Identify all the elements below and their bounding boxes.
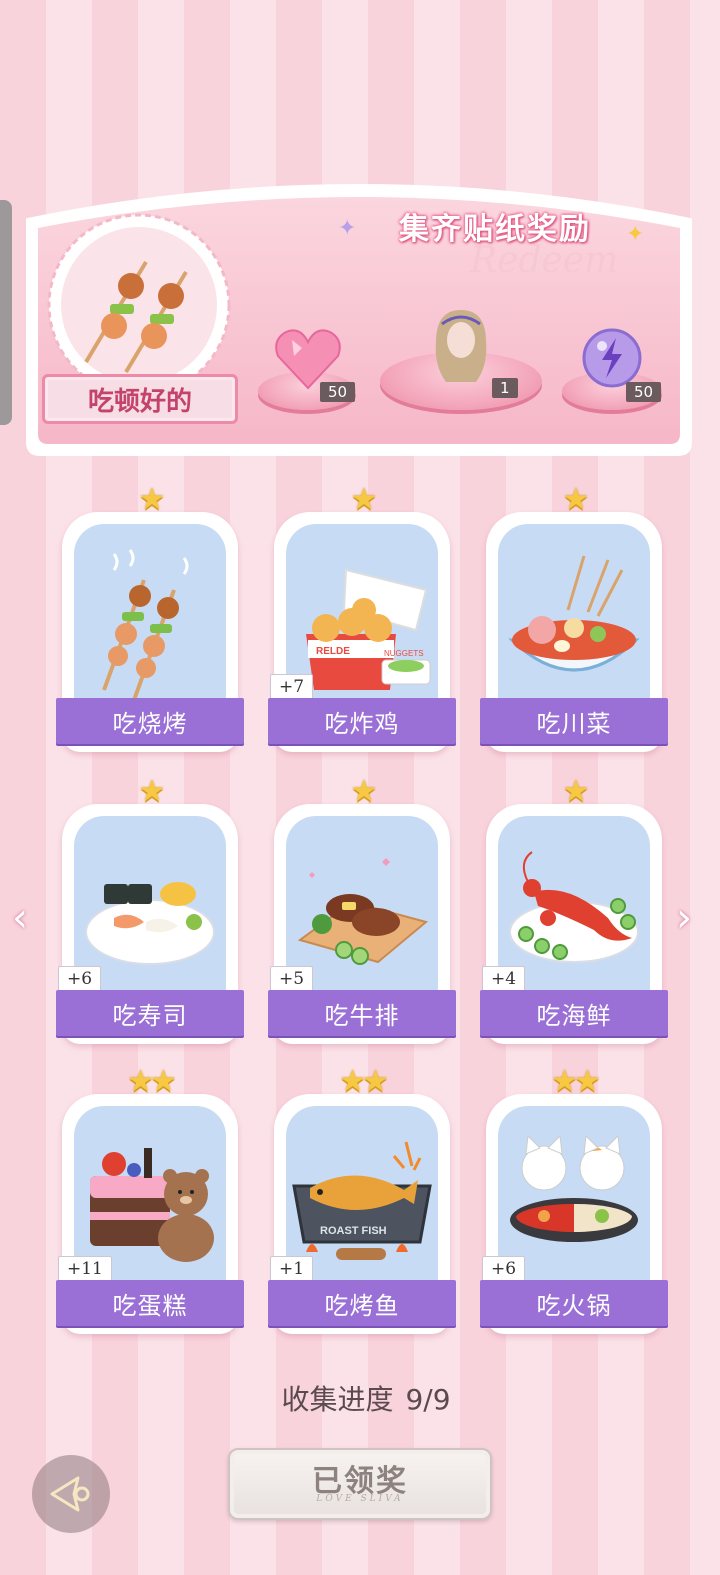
duplicate-count-badge: +4 [482, 966, 526, 992]
sparkle-icon: ✦ [338, 216, 357, 241]
sticker-card-roast-fish[interactable]: ★★ ROAST FISH +1 吃烤鱼 [268, 1064, 456, 1334]
svg-text:NUGGETS: NUGGETS [384, 649, 424, 658]
card-label: 吃烧烤 [56, 698, 244, 744]
duplicate-count-badge: +5 [270, 966, 314, 992]
character-hair-icon [435, 310, 487, 382]
claimed-button-subtitle: LOVE SLIVA [316, 1494, 404, 1504]
sticker-card-fried-chicken[interactable]: ★ RELDE NUGGETS +7 吃炸鸡 [268, 482, 456, 752]
skewer-badge-icon [47, 213, 231, 397]
sticker-card-sushi[interactable]: ★ +6 吃寿司 [56, 774, 244, 1044]
duplicate-count-badge: +7 [270, 674, 314, 700]
duplicate-count-badge: +6 [482, 1256, 526, 1282]
card-label: 吃火锅 [480, 1280, 668, 1326]
reward-count: 50 [320, 382, 356, 402]
prev-page-icon[interactable]: ‹ [12, 895, 28, 941]
back-button[interactable] [32, 1455, 110, 1533]
progress-label: 收集进度 [281, 1383, 394, 1416]
sticker-card-bbq[interactable]: ★ 吃烧烤 [56, 482, 244, 752]
back-arrow-icon [50, 1476, 90, 1512]
card-label: 吃川菜 [480, 698, 668, 744]
card-label: 吃海鲜 [480, 990, 668, 1036]
next-page-icon[interactable]: › [676, 895, 692, 941]
side-drawer-handle[interactable] [0, 200, 12, 425]
reward-count: 50 [626, 382, 662, 402]
sparkle-icon: ✦ [626, 222, 645, 247]
sticker-card-sichuan[interactable]: ★ 吃川菜 [480, 482, 668, 752]
collection-progress: 收集进度 9/9 [0, 1378, 720, 1418]
sticker-card-steak[interactable]: ★ +5 吃牛排 [268, 774, 456, 1044]
card-label: 吃烤鱼 [268, 1280, 456, 1326]
card-label: 吃牛排 [268, 990, 456, 1036]
duplicate-count-badge: +1 [270, 1256, 314, 1282]
card-label: 吃蛋糕 [56, 1280, 244, 1326]
energy-orb-icon [582, 328, 642, 388]
card-label: 吃寿司 [56, 990, 244, 1036]
duplicate-count-badge: +6 [58, 966, 102, 992]
sichuan-bowl-icon [508, 555, 640, 672]
svg-text:RELDE: RELDE [316, 646, 350, 657]
sticker-card-hotpot[interactable]: ★★ +6 吃火锅 [480, 1064, 668, 1334]
duplicate-count-badge: +11 [58, 1256, 112, 1282]
reward-title: 集齐贴纸奖励 [399, 212, 591, 247]
card-label: 吃炸鸡 [268, 698, 456, 744]
sticker-card-seafood[interactable]: ★ +4 吃海鲜 [480, 774, 668, 1044]
claimed-button[interactable]: 已领奖 LOVE SLIVA [228, 1448, 492, 1520]
progress-value: 9/9 [405, 1383, 451, 1416]
svg-text:ROAST FISH: ROAST FISH [320, 1225, 387, 1237]
reward-count: 1 [492, 378, 518, 398]
bbq-skewer-icon [102, 549, 189, 700]
reward-badge-label: 吃顿好的 [42, 374, 238, 424]
sticker-card-cake[interactable]: ★★ +11 吃蛋糕 [56, 1064, 244, 1334]
